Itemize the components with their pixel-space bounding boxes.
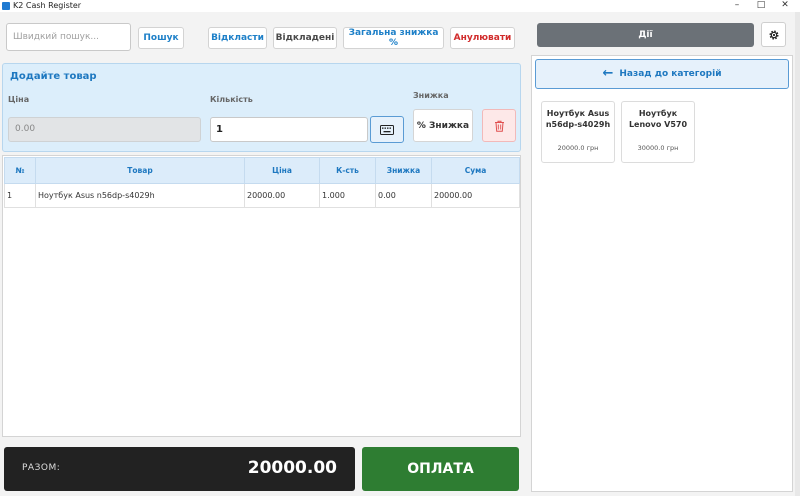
product-card[interactable]: Ноутбук Lenovo V570 30000.0 грн (621, 101, 695, 163)
back-to-categories-label: Назад до категорій (619, 69, 722, 79)
pay-button[interactable]: ОПЛАТА (362, 447, 519, 491)
window-edge (795, 12, 800, 496)
add-product-panel: Додайте товар Ціна 0.00 Кількість Знижка… (2, 63, 521, 152)
title-bar: K2 Cash Register – □ ✕ (0, 0, 800, 12)
column-header-product: Товар (35, 157, 245, 184)
cell-price: 20000.00 (244, 183, 320, 208)
add-product-title: Додайте товар (10, 71, 97, 82)
product-price: 30000.0 грн (637, 144, 679, 152)
column-header-price: Ціна (244, 157, 320, 184)
minimize-button[interactable]: – (730, 0, 744, 12)
search-input[interactable] (6, 23, 131, 51)
postpone-button[interactable]: Відкласти (208, 27, 267, 49)
cart-table: № Товар Ціна К-сть Знижка Сума 1 Ноутбук… (4, 157, 520, 208)
app-icon (2, 2, 10, 10)
cell-sum: 20000.00 (431, 183, 520, 208)
product-price: 20000.0 грн (557, 144, 599, 152)
trash-icon (494, 120, 504, 132)
price-label: Ціна (8, 95, 30, 104)
column-header-discount: Знижка (375, 157, 432, 184)
discount-button[interactable]: % Знижка (413, 109, 473, 142)
cell-number: 1 (4, 183, 36, 208)
gear-icon (769, 30, 778, 39)
keyboard-button[interactable] (370, 116, 404, 143)
cart-table-container: № Товар Ціна К-сть Знижка Сума 1 Ноутбук… (2, 155, 521, 437)
delete-button[interactable] (482, 109, 516, 142)
product-browser-panel: ← Назад до категорій Ноутбук Asus n56dp-… (531, 55, 793, 492)
settings-button[interactable] (761, 22, 786, 47)
postponed-button[interactable]: Відкладені (273, 27, 337, 49)
table-row[interactable]: 1 Ноутбук Asus n56dp-s4029h 20000.00 1.0… (4, 183, 520, 208)
arrow-left-icon: ← (602, 66, 614, 81)
maximize-button[interactable]: □ (754, 0, 768, 12)
total-discount-button[interactable]: Загальна знижка % (343, 27, 444, 49)
quantity-input[interactable] (210, 117, 368, 142)
cell-quantity: 1.000 (319, 183, 376, 208)
cell-discount: 0.00 (375, 183, 432, 208)
total-label: РАЗОМ: (22, 463, 61, 473)
close-button[interactable]: ✕ (778, 0, 792, 12)
column-header-quantity: К-сть (319, 157, 376, 184)
back-to-categories-button[interactable]: ← Назад до категорій (535, 59, 789, 89)
window-title: K2 Cash Register (13, 1, 82, 10)
table-header-row: № Товар Ціна К-сть Знижка Сума (4, 157, 520, 184)
product-name: Ноутбук Asus n56dp-s4029h (545, 109, 611, 129)
cancel-button[interactable]: Анулювати (450, 27, 515, 49)
total-value: 20000.00 (247, 458, 337, 478)
price-field: 0.00 (8, 117, 201, 142)
column-header-sum: Сума (431, 157, 520, 184)
cell-product: Ноутбук Asus n56dp-s4029h (35, 183, 245, 208)
total-panel: РАЗОМ: 20000.00 (4, 447, 355, 491)
product-name: Ноутбук Lenovo V570 (628, 109, 688, 129)
product-card[interactable]: Ноутбук Asus n56dp-s4029h 20000.0 грн (541, 101, 615, 163)
keyboard-icon (380, 124, 394, 135)
actions-button[interactable]: Дії (537, 23, 754, 47)
column-header-number: № (4, 157, 36, 184)
quantity-label: Кількість (210, 95, 253, 104)
discount-label: Знижка (413, 91, 449, 100)
search-button[interactable]: Пошук (138, 27, 184, 49)
